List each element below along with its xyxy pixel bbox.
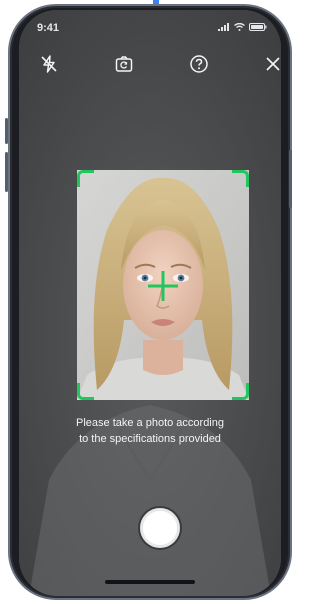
status-bar: 9:41 <box>19 10 281 38</box>
instruction-line-2: to the specifications provided <box>79 433 221 445</box>
home-indicator <box>105 580 195 584</box>
status-icons <box>218 23 267 31</box>
side-button-left-2 <box>5 152 8 192</box>
face-alignment-crosshair <box>148 271 178 301</box>
status-time: 9:41 <box>37 22 60 34</box>
side-button-left-1 <box>5 118 8 144</box>
help-button[interactable] <box>185 50 213 78</box>
flash-toggle-button[interactable] <box>35 50 63 78</box>
frame-corner-top-left <box>77 170 94 187</box>
flash-off-icon <box>41 55 57 73</box>
camera-screen: 9:41 Please take a photo according to th… <box>19 10 281 596</box>
wifi-icon <box>234 23 245 31</box>
switch-camera-button[interactable] <box>110 50 138 78</box>
frame-corner-bottom-left <box>77 383 94 400</box>
close-button[interactable] <box>259 50 281 78</box>
instruction-line-1: Please take a photo according <box>76 417 224 429</box>
help-icon <box>190 55 208 73</box>
side-button-right <box>289 150 292 208</box>
shutter-button[interactable] <box>140 508 180 548</box>
frame-corner-bottom-right <box>232 383 249 400</box>
capture-instruction: Please take a photo according to the spe… <box>19 415 281 447</box>
signal-icon <box>218 23 229 31</box>
close-icon <box>266 57 280 71</box>
camera-switch-icon <box>115 56 133 72</box>
camera-toolbar <box>19 50 281 78</box>
face-capture-frame <box>77 170 249 400</box>
frame-corner-top-right <box>232 170 249 187</box>
battery-icon <box>249 23 267 31</box>
